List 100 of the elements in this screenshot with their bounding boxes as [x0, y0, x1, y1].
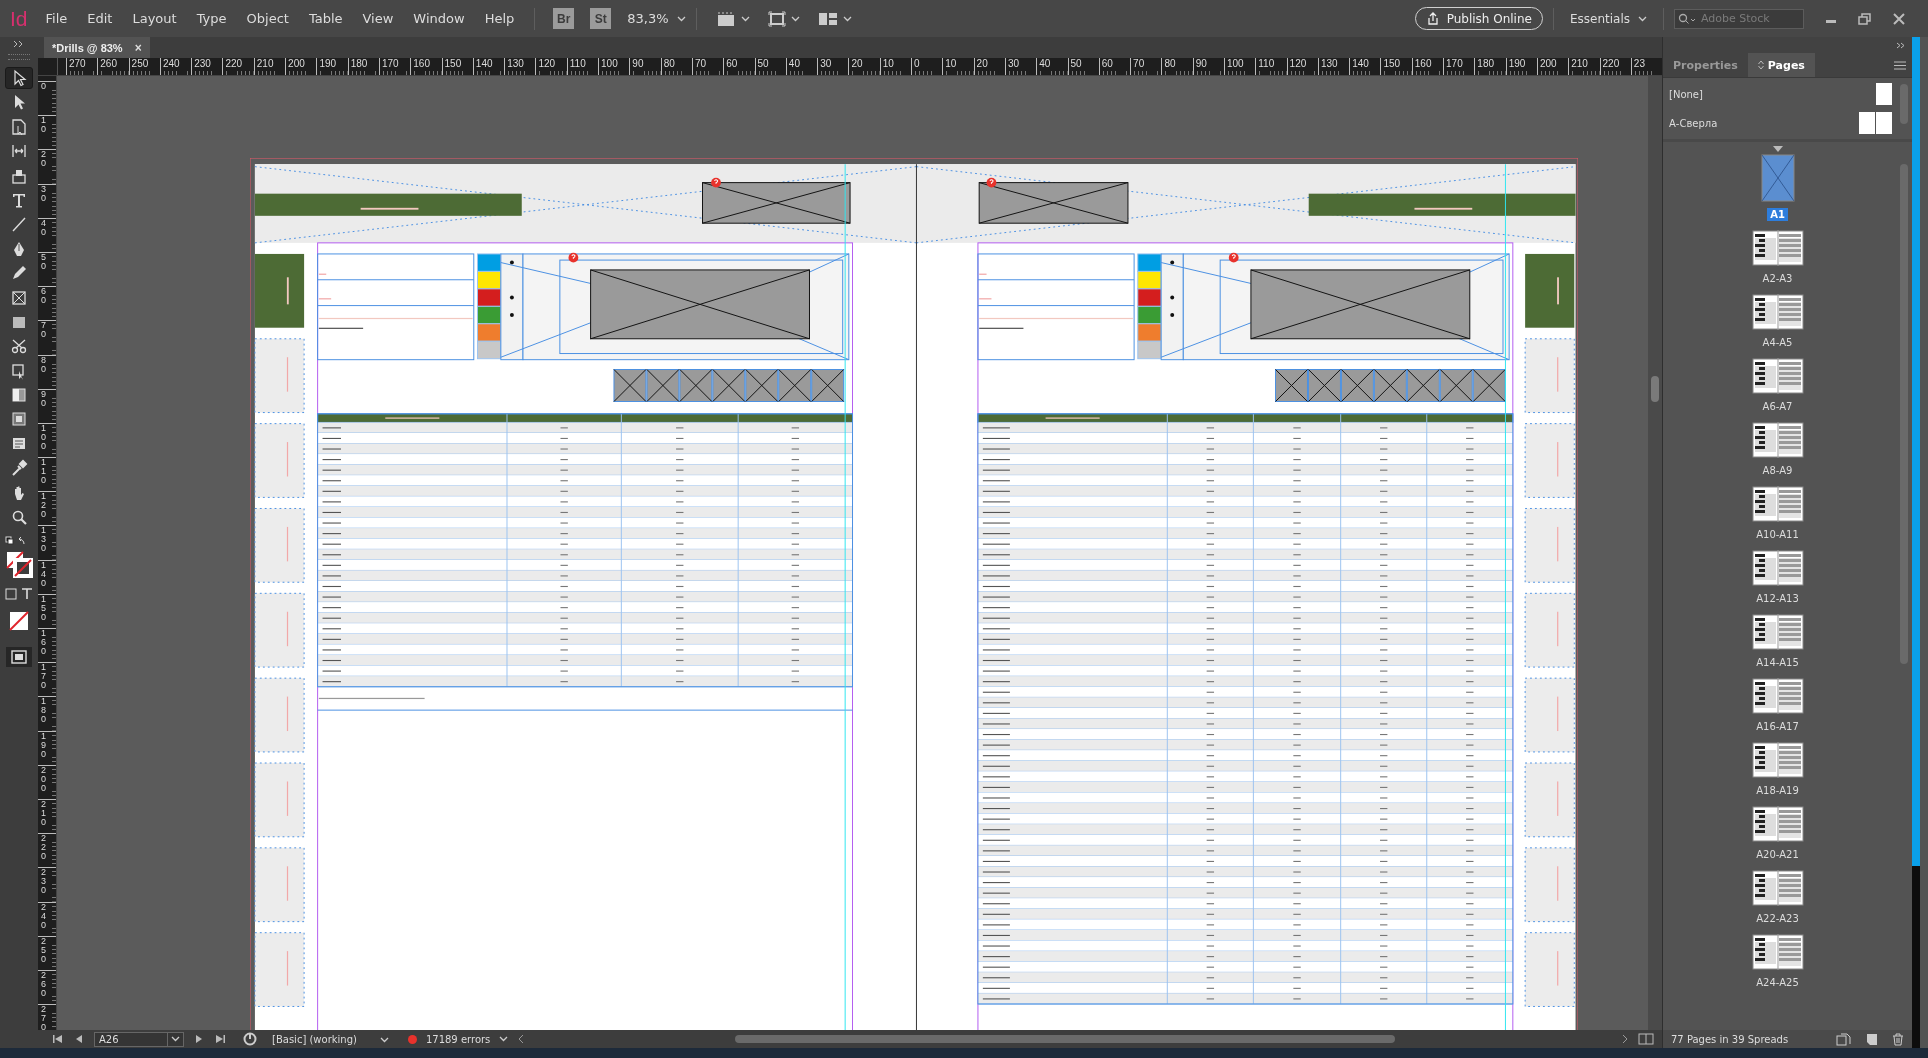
master-thumbnail[interactable] [1859, 112, 1892, 134]
menu-item[interactable]: Edit [77, 11, 123, 26]
caret-icon[interactable] [1638, 15, 1647, 22]
page-thumbnail[interactable] [1760, 154, 1795, 205]
document-tab[interactable]: *Drills @ 83% × [44, 37, 150, 58]
ruler-label: 240 [41, 902, 46, 930]
panel-tab[interactable]: Pages [1747, 53, 1815, 77]
close-tab-button[interactable]: × [134, 40, 142, 55]
ruler-label: 210 [1568, 58, 1600, 75]
line-tool-icon [10, 215, 28, 234]
spread-label[interactable]: A18-A19 [1753, 784, 1802, 797]
screen-mode-icon[interactable] [767, 10, 786, 27]
spread-label[interactable]: A20-A21 [1753, 848, 1802, 861]
menu-item[interactable]: View [352, 11, 404, 26]
ruler-label: 130 [41, 526, 46, 554]
page-field[interactable]: A26 [94, 1031, 184, 1047]
selection-tool[interactable] [5, 67, 33, 89]
page-thumbnail[interactable] [1751, 550, 1804, 589]
master-thumbnail[interactable] [1876, 83, 1892, 105]
split-window-icon[interactable] [1638, 1033, 1654, 1045]
panel-menu-icon[interactable] [1894, 60, 1906, 70]
vertical-scrollbar[interactable] [1648, 76, 1662, 1030]
close-icon[interactable] [1892, 11, 1906, 26]
caret-icon[interactable] [171, 1036, 180, 1042]
menu-item[interactable]: Type [186, 11, 237, 26]
page-thumbnail[interactable] [1751, 358, 1804, 397]
menu-item[interactable]: Help [474, 11, 525, 26]
page-thumbnail[interactable] [1751, 294, 1804, 333]
spread-label[interactable]: A16-A17 [1753, 720, 1802, 733]
spread-label[interactable]: A10-A11 [1753, 528, 1802, 541]
page-thumbnail[interactable] [1751, 486, 1804, 525]
page-thumbnail[interactable] [1751, 422, 1804, 461]
edit-page-size-icon[interactable] [1836, 1032, 1852, 1046]
screen-mode-icon[interactable] [5, 646, 33, 669]
page-thumbnail[interactable] [1751, 614, 1804, 653]
sort-chevrons-icon [1757, 60, 1764, 70]
menu-item[interactable]: File [35, 11, 78, 26]
page-thumbnail[interactable] [1751, 742, 1804, 781]
panel-tab[interactable]: Properties [1663, 53, 1748, 77]
ruler-label: 210 [41, 799, 46, 827]
stock-button[interactable]: St [590, 8, 612, 29]
caret-icon[interactable] [499, 1036, 509, 1042]
page-thumbnail[interactable] [1751, 678, 1804, 717]
delete-icon[interactable] [1892, 1032, 1904, 1046]
apply-none-icon[interactable] [8, 610, 30, 633]
ruler-label: 220 [41, 834, 46, 862]
preflight-profile[interactable]: [Basic] (working) [272, 1033, 357, 1045]
master-page-item[interactable]: [None] [1669, 88, 1703, 100]
first-page-icon[interactable] [52, 1034, 64, 1044]
page-tool-icon [10, 117, 28, 136]
menu-item[interactable]: Window [403, 11, 475, 26]
search-icon[interactable] [1678, 12, 1696, 25]
last-page-icon[interactable] [214, 1034, 226, 1044]
scroll-left-icon[interactable] [517, 1034, 526, 1044]
spread-label[interactable]: A14-A15 [1753, 656, 1802, 669]
ruler-label: 20 [848, 58, 880, 75]
caret-icon[interactable] [379, 1036, 389, 1043]
menu-item[interactable]: Table [298, 11, 353, 26]
spread-label[interactable]: A8-A9 [1759, 464, 1796, 477]
caret-icon[interactable] [790, 15, 800, 22]
page-thumbnail[interactable] [1751, 230, 1804, 269]
page-thumbnail[interactable] [1751, 934, 1804, 973]
caret-icon[interactable] [740, 15, 750, 22]
spread-label[interactable]: A22-A23 [1753, 912, 1802, 925]
preflight-icon[interactable] [243, 1032, 259, 1046]
spread-label[interactable]: A4-A5 [1759, 336, 1796, 349]
formatting-text-icon[interactable] [21, 588, 33, 601]
spread-label[interactable]: A24-A25 [1753, 976, 1802, 989]
ruler-label: 180 [41, 697, 46, 725]
formatting-container-icon[interactable] [5, 588, 17, 601]
page-thumbnail[interactable] [1751, 806, 1804, 845]
view-options-icon[interactable] [715, 10, 736, 27]
spread-label[interactable]: A1 [1767, 208, 1788, 221]
restore-icon[interactable] [1858, 11, 1872, 26]
ruler-label: 230 [41, 868, 46, 896]
ruler-label: 70 [41, 321, 46, 340]
collapse-panel-icon[interactable] [1896, 41, 1906, 49]
spread-label[interactable]: A12-A13 [1753, 592, 1802, 605]
zoom-dropdown-icon[interactable] [676, 15, 686, 22]
scroll-right-icon[interactable] [1621, 1034, 1629, 1044]
expand-panel-icon[interactable] [13, 40, 25, 48]
vertical-ruler[interactable]: 0 10 20 30 40 50 60 70 80 90 100 110 120 130 140 150 160 170 180 190 200 210 220 230 240 250 260 270 [38, 76, 57, 1030]
error-count[interactable]: 17189 errors [425, 1033, 491, 1045]
workspace-switcher[interactable]: Essentials [1569, 11, 1630, 26]
page-thumbnail[interactable] [1751, 870, 1804, 909]
fill-stroke-icon[interactable] [5, 550, 33, 579]
arrange-documents-icon[interactable] [817, 11, 838, 26]
caret-icon[interactable] [842, 15, 852, 22]
zoom-level[interactable]: 83,3% [627, 11, 669, 26]
menu-item[interactable]: Layout [122, 11, 187, 26]
menu-item[interactable]: Object [236, 11, 299, 26]
ruler-label: 190 [41, 731, 46, 759]
upload-icon [1425, 11, 1440, 26]
spread-label[interactable]: A2-A3 [1759, 272, 1796, 285]
bridge-button[interactable]: Br [553, 8, 575, 29]
new-page-icon[interactable] [1866, 1032, 1878, 1046]
master-page-item[interactable]: А-Сверла [1669, 117, 1718, 129]
search-field[interactable]: Adobe Stock [1674, 8, 1804, 29]
spread-label[interactable]: A6-A7 [1759, 400, 1796, 413]
ruler-label: 180 [347, 58, 379, 75]
